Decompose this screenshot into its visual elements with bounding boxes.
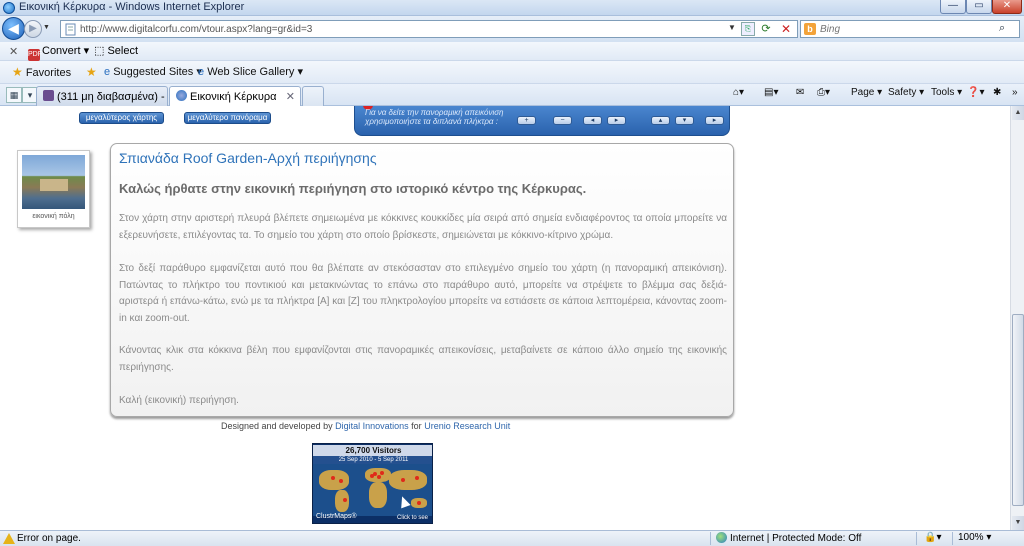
scroll-down-icon[interactable]: ▼ <box>1012 516 1024 530</box>
ie-logo-icon <box>3 2 15 14</box>
visitor-count: 26,700 Visitors <box>313 445 432 456</box>
new-tab-button[interactable] <box>302 86 324 106</box>
mail-tool-icon[interactable]: ✉ <box>796 87 804 98</box>
help-icon[interactable]: ❓▾ <box>967 87 984 98</box>
close-toolbar-icon[interactable]: ✕ <box>9 45 18 58</box>
world-map <box>313 464 432 516</box>
pano-right-button[interactable]: ▸ <box>607 116 626 125</box>
paragraph-map: Στον χάρτη στην αριστερή πλευρά βλέπετε … <box>119 213 727 241</box>
star-icon: ★ <box>12 65 23 79</box>
visitor-date-range: 25 Sep 2010 - 5 Sep 2011 <box>313 456 432 464</box>
scroll-thumb[interactable] <box>1012 314 1024 506</box>
tab-bar: ▦ ▾ (311 μη διαβασμένα) - giot... Εικονι… <box>0 84 1024 106</box>
safety-menu[interactable]: Safety ▾ <box>888 87 924 98</box>
back-button[interactable]: ◀ <box>2 17 25 40</box>
compatibility-view-icon[interactable]: ⎘ <box>741 22 755 36</box>
navigation-bar: ◀ ▶ ▼ ▼ ⎘ ⟳ ✕ b ⌕ <box>0 16 1024 42</box>
tab-virtual-corfu[interactable]: Εικονική Κέρκυρα ✕ <box>169 86 301 106</box>
add-favorites-icon[interactable]: ★ <box>86 65 97 79</box>
address-bar[interactable]: ▼ ⎘ ⟳ ✕ <box>60 20 798 38</box>
minimize-button[interactable]: — <box>940 0 966 14</box>
status-bar: Error on page. Internet | Protected Mode… <box>0 530 1024 546</box>
close-tab-icon[interactable]: ✕ <box>286 90 295 103</box>
convert-button[interactable]: PDFConvert ▾ <box>28 44 89 61</box>
favorites-bar: ★ Favorites ★ e Suggested Sites ▾ e Web … <box>0 61 1024 84</box>
warning-icon[interactable] <box>3 533 15 544</box>
refresh-icon[interactable]: ⟳ <box>759 22 773 36</box>
tab-inbox[interactable]: (311 μη διαβασμένα) - giot... <box>36 86 168 106</box>
forward-button[interactable]: ▶ <box>24 20 42 38</box>
close-window-button[interactable]: ✕ <box>992 0 1022 14</box>
pano-zoom-in-button[interactable]: + <box>517 116 536 125</box>
panorama-controls: Για να δείτε την πανοραμική απεικόνιση χ… <box>354 106 730 136</box>
mail-icon <box>43 90 54 101</box>
site-icon <box>176 90 187 101</box>
page-icon <box>65 23 76 36</box>
virtual-city-thumbnail[interactable]: εικονική πόλη <box>17 150 90 228</box>
pdf-icon: PDF <box>28 49 42 61</box>
paragraph-panorama: Στο δεξί παράθυρο εμφανίζεται αυτό που θ… <box>119 263 727 324</box>
pano-next-button[interactable]: ▸ <box>705 116 724 125</box>
tools-menu[interactable]: Tools ▾ <box>931 87 962 98</box>
clustrmaps-widget[interactable]: 26,700 Visitors 25 Sep 2010 - 5 Sep 2011… <box>312 443 433 524</box>
research-icon[interactable]: ✱ <box>993 87 1001 98</box>
pano-zoom-out-button[interactable]: − <box>553 116 572 125</box>
corfu-photo <box>22 155 85 209</box>
globe-icon <box>716 532 727 543</box>
digital-innovations-link[interactable]: Digital Innovations <box>335 421 409 431</box>
title-bar: Εικονική Κέρκυρα - Windows Internet Expl… <box>0 0 1024 16</box>
welcome-heading: Καλώς ήρθατε στην εικονική περιήγηση στο… <box>119 181 587 196</box>
feeds-icon[interactable]: ▤▾ <box>764 87 778 98</box>
bigger-panorama-button[interactable]: μεγαλύτερο πανόραμα <box>184 112 271 124</box>
vertical-scrollbar[interactable]: ▲ ▼ <box>1010 106 1024 530</box>
pano-down-button[interactable]: ▾ <box>675 116 694 125</box>
print-icon[interactable]: ⎙▾ <box>817 87 830 98</box>
search-icon[interactable]: ⌕ <box>999 22 1005 35</box>
page-title: Σπιανάδα Roof Garden-Αρχή περιήγησης <box>119 150 377 166</box>
scroll-up-icon[interactable]: ▲ <box>1012 106 1024 120</box>
page-content: μεγαλύτερος χάρτης μεγαλύτερο πανόραμα Γ… <box>0 106 1010 530</box>
clustrmaps-logo: ClustrMaps® <box>316 513 357 520</box>
recent-pages-dropdown[interactable]: ▼ <box>43 24 50 31</box>
pano-up-button[interactable]: ▴ <box>651 116 670 125</box>
security-zone[interactable]: Internet | Protected Mode: Off <box>716 532 861 544</box>
search-input[interactable] <box>820 22 990 36</box>
zoom-level[interactable]: 100% ▾ <box>958 532 991 543</box>
urenio-link[interactable]: Urenio Research Unit <box>424 421 510 431</box>
protected-mode-icon[interactable]: 🔒▾ <box>924 532 941 543</box>
click-to-see-link[interactable]: Click to see <box>397 515 428 521</box>
search-box[interactable]: b ⌕ <box>800 20 1020 38</box>
stop-icon[interactable]: ✕ <box>779 22 793 36</box>
bing-icon: b <box>804 23 816 35</box>
error-status[interactable]: Error on page. <box>17 533 81 544</box>
chevron-right-icon[interactable]: » <box>1012 87 1018 98</box>
page-menu[interactable]: Page ▾ <box>851 87 882 98</box>
credits: Designed and developed by Digital Innova… <box>221 421 511 431</box>
favorites-button[interactable]: ★ Favorites <box>12 65 71 79</box>
info-panel: Σπιανάδα Roof Garden-Αρχή περιήγησης Καλ… <box>110 143 734 417</box>
paragraph-arrows: Κάνοντας κλικ στα κόκκινα βέλη που εμφαν… <box>119 345 727 373</box>
pano-left-button[interactable]: ◂ <box>583 116 602 125</box>
suggested-sites-button[interactable]: e Suggested Sites ▾ <box>104 65 202 78</box>
panorama-hint: Για να δείτε την πανοραμική απεικόνιση χ… <box>365 108 504 126</box>
select-button[interactable]: ⬚ Select <box>94 44 138 57</box>
home-icon[interactable]: ⌂▾ <box>733 87 744 98</box>
pdf-toolbar: ✕ PDFConvert ▾ ⬚ Select <box>0 42 1024 61</box>
web-slice-gallery-button[interactable]: e Web Slice Gallery ▾ <box>198 65 303 78</box>
quick-tabs-icon[interactable]: ▦ <box>6 87 22 103</box>
thumbnail-caption: εικονική πόλη <box>32 213 75 220</box>
paragraph-goodbye: Καλή (εικονική) περιήγηση. <box>119 395 239 406</box>
maximize-button[interactable]: ▭ <box>966 0 992 14</box>
address-input[interactable] <box>80 22 720 36</box>
address-dropdown-icon[interactable]: ▼ <box>728 23 736 32</box>
window-title: Εικονική Κέρκυρα - Windows Internet Expl… <box>19 1 245 13</box>
bigger-map-button[interactable]: μεγαλύτερος χάρτης <box>79 112 164 124</box>
